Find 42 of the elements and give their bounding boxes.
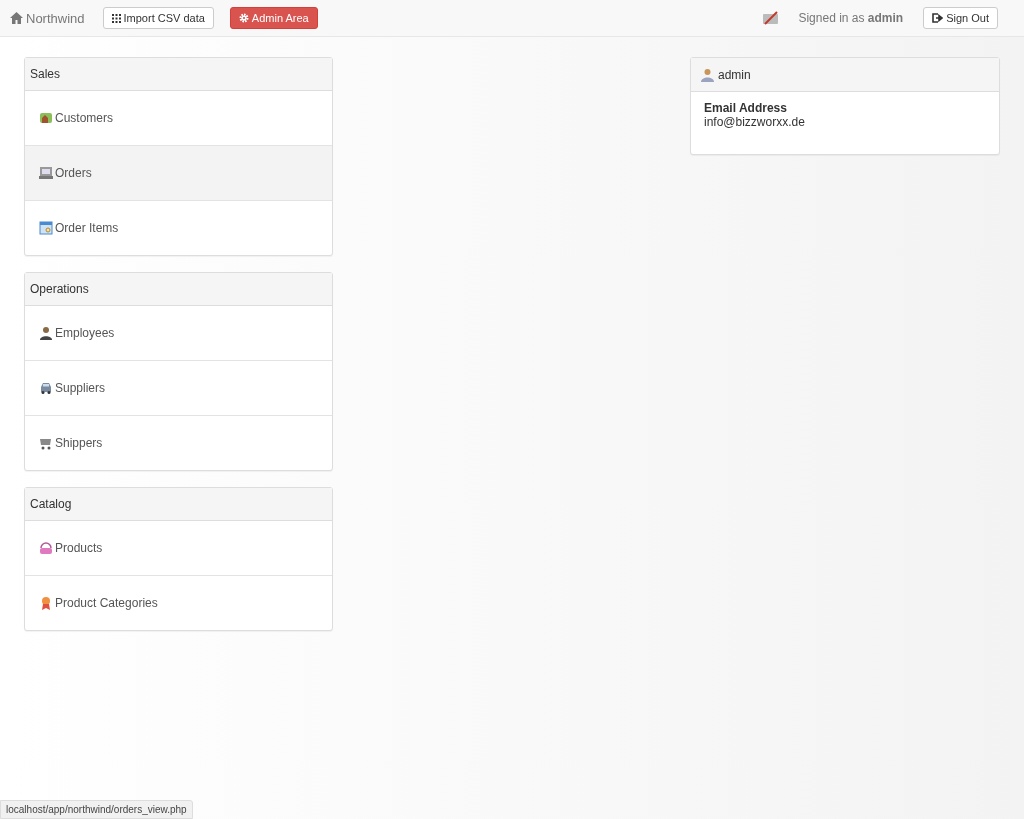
offline-icon (762, 11, 781, 25)
menu-item[interactable]: Product Categories (25, 575, 332, 630)
menu-item[interactable]: Customers (25, 91, 332, 145)
cart-icon (39, 436, 53, 450)
user-icon (701, 67, 714, 82)
menu-item[interactable]: Suppliers (25, 360, 332, 415)
admin-area-button[interactable]: Admin Area (229, 7, 318, 29)
menu-item-label: Shippers (55, 436, 103, 450)
email-value: info@bizzworxx.de (704, 115, 806, 129)
menu-item[interactable]: Orders (25, 145, 332, 200)
menu-item[interactable]: Order Items (25, 200, 332, 255)
register-icon (39, 166, 53, 180)
status-bar: localhost/app/northwind/orders_view.php (0, 800, 193, 819)
menu-item-label: Customers (55, 111, 113, 125)
panel-heading: Sales (25, 58, 332, 91)
menu-item-label: Suppliers (55, 381, 106, 395)
menu-item-label: Order Items (55, 221, 119, 235)
gear-icon (238, 13, 249, 23)
menu-item-label: Employees (55, 326, 115, 340)
basket-icon (39, 541, 53, 555)
menu-item[interactable]: Products (25, 521, 332, 575)
signed-in-text: Signed in as admin (798, 11, 904, 25)
menu-item[interactable]: Employees (25, 306, 332, 360)
sign-out-icon (932, 13, 944, 23)
ribbon-icon (39, 596, 53, 610)
panel-heading: Operations (25, 273, 332, 306)
import-button[interactable]: Import CSV data (102, 7, 214, 29)
panel-heading: Catalog (25, 488, 332, 521)
car-icon (39, 381, 53, 395)
home-icon (10, 12, 23, 24)
menu-item-label: Orders (55, 166, 92, 180)
sign-out-button[interactable]: Sign Out (923, 7, 998, 29)
menu-item-label: Products (55, 541, 103, 555)
building-icon (39, 111, 53, 125)
window-icon (39, 221, 53, 235)
menu-item[interactable]: Shippers (25, 415, 332, 470)
field-label: Email Address (704, 101, 788, 115)
person-icon (39, 326, 53, 340)
grid-icon (111, 13, 121, 23)
brand-link[interactable]: Northwind (10, 10, 85, 26)
menu-item-label: Product Categories (55, 596, 158, 610)
profile-username: admin (718, 67, 751, 82)
